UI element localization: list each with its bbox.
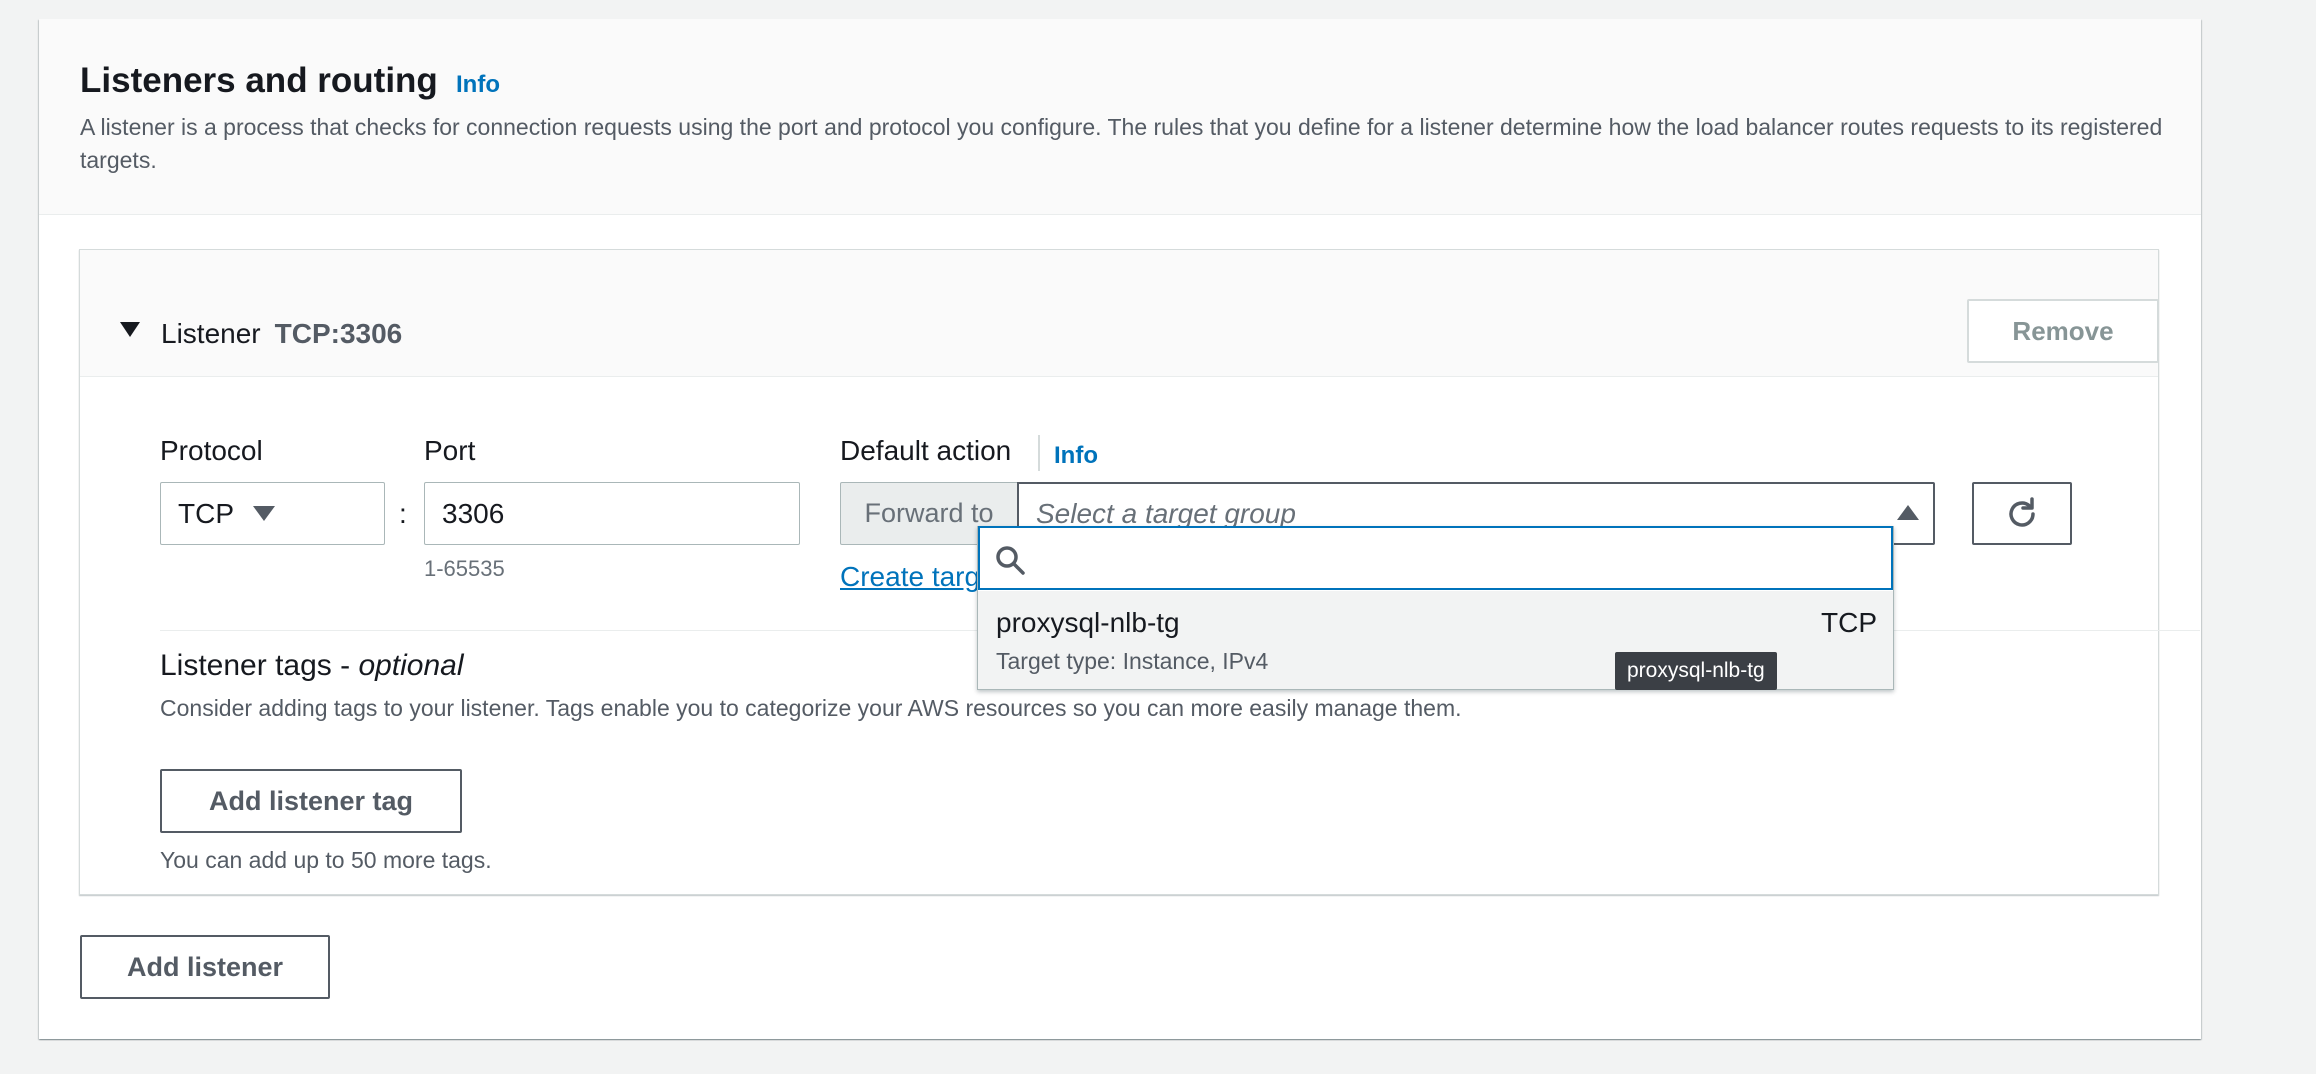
- tags-limit-text: You can add up to 50 more tags.: [160, 847, 492, 873]
- refresh-button[interactable]: [1972, 482, 2072, 545]
- add-listener-tag-button[interactable]: Add listener tag: [160, 769, 462, 833]
- search-icon: [996, 546, 1025, 575]
- tags-title-text: Listener tags -: [160, 649, 359, 682]
- port-input[interactable]: 3306: [424, 482, 800, 545]
- option-name: proxysql-nlb-tg: [996, 607, 1180, 638]
- listener-tags-description: Consider adding tags to your listener. T…: [160, 695, 1462, 721]
- option-protocol: TCP: [1821, 607, 1877, 638]
- listener-name: TCP:3306: [274, 318, 403, 349]
- listener-label: Listener: [161, 318, 261, 349]
- add-listener-button[interactable]: Add listener: [80, 935, 330, 999]
- listener-tags-title: Listener tags - optional: [160, 649, 464, 683]
- label-divider: [1038, 435, 1040, 471]
- refresh-icon: [2009, 496, 2035, 527]
- dropdown-search-input[interactable]: [1030, 536, 1880, 580]
- port-label: Port: [424, 435, 476, 466]
- port-separator: :: [399, 498, 407, 529]
- port-hint: 1-65535: [424, 556, 505, 581]
- caret-down-icon[interactable]: [120, 322, 140, 337]
- caret-up-icon[interactable]: [1897, 505, 1919, 520]
- listener-panel-header[interactable]: Listener TCP:3306 Remove: [80, 250, 2159, 377]
- section-description: A listener is a process that checks for …: [80, 114, 2163, 173]
- remove-button[interactable]: Remove: [1967, 299, 2159, 363]
- section-title: Listeners and routing: [80, 61, 438, 100]
- caret-down-icon[interactable]: [253, 506, 275, 521]
- option-detail: Target type: Instance, IPv4: [996, 648, 1269, 674]
- section-info-link[interactable]: Info: [456, 71, 500, 99]
- tags-title-optional: optional: [358, 649, 464, 682]
- protocol-label: Protocol: [160, 435, 263, 466]
- default-action-label: Default action: [840, 435, 1012, 466]
- dropdown-search[interactable]: [978, 526, 1893, 590]
- default-action-info-link[interactable]: Info: [1054, 442, 1098, 470]
- section-header: Listeners and routing Info A listener is…: [39, 19, 2201, 215]
- listener-title: Listener TCP:3306: [161, 318, 402, 350]
- option-tooltip: proxysql-nlb-tg: [1615, 652, 1777, 690]
